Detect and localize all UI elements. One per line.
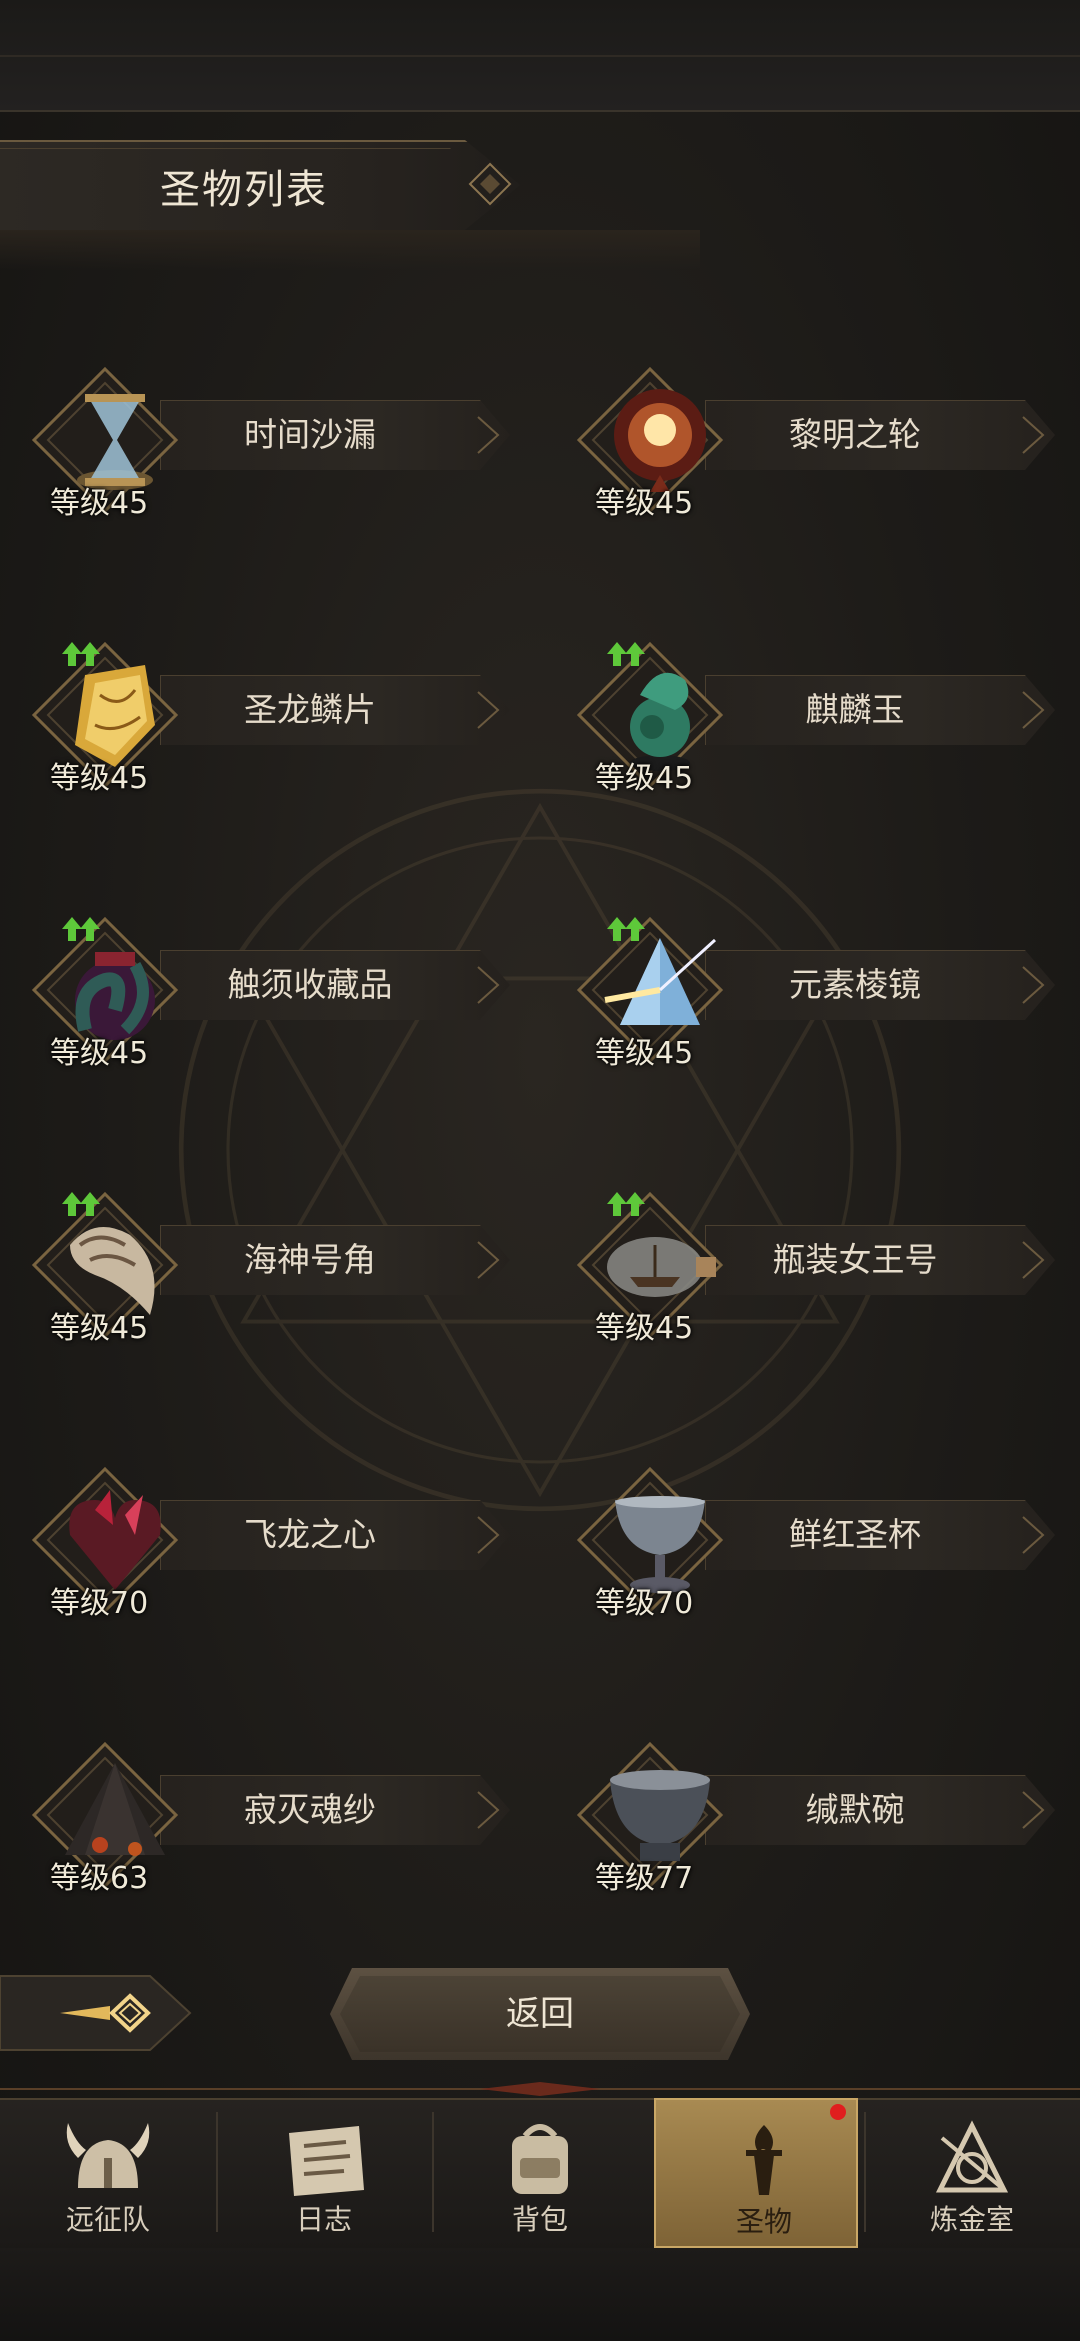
relic-card[interactable]: 黎明之轮等级45: [545, 345, 1055, 525]
back-button-label[interactable]: 返回: [340, 1976, 740, 2052]
relic-name: 海神号角: [244, 1240, 376, 1279]
tab-separator: [216, 2112, 218, 2232]
plate-chevron-ornament: [1022, 1516, 1045, 1554]
relic-card[interactable]: 缄默碗等级77: [545, 1720, 1055, 1900]
relic-name: 圣龙鳞片: [244, 690, 376, 729]
backpack-icon: [512, 2124, 568, 2194]
qilin-jade-icon: [630, 672, 690, 771]
header-diamond-ornament: [468, 162, 512, 206]
relic-card[interactable]: 触须收藏品等级45: [0, 895, 510, 1075]
plate-chevron-ornament: [1022, 691, 1045, 729]
relic-name: 元素棱镜: [789, 965, 921, 1004]
journal-icon: [289, 2126, 364, 2196]
relic-level: 等级45: [595, 486, 694, 521]
relic-name: 触须收藏品: [227, 965, 393, 1004]
prism-icon: [604, 938, 717, 1025]
relic-level: 等级45: [595, 761, 694, 796]
relic-name: 时间沙漏: [244, 415, 376, 454]
header-torn-edge: [0, 230, 700, 270]
bottom-ornament-band: [0, 2248, 1080, 2341]
tabbar-divider-ornament: [0, 2082, 1080, 2096]
relic-level: 等级63: [50, 1861, 149, 1896]
relic-card[interactable]: 鲜红圣杯等级70: [545, 1445, 1055, 1625]
relic-level: 等级77: [595, 1861, 694, 1896]
relic-name: 飞龙之心: [244, 1515, 376, 1554]
tab-label: 炼金室: [929, 2203, 1014, 2236]
tab-label: 圣物: [735, 2205, 792, 2238]
plate-chevron-ornament: [477, 416, 500, 454]
plate-chevron-ornament: [477, 1516, 500, 1554]
ship-bottle-icon: [607, 1237, 716, 1297]
relic-level: 等级45: [50, 761, 149, 796]
silent-bowl-icon: [610, 1770, 710, 1861]
upgrade-arrow-icon: [62, 642, 100, 666]
relic-card[interactable]: 海神号角等级45: [0, 1170, 510, 1350]
viking-helmet-icon: [66, 2123, 150, 2188]
tab-separator: [864, 2112, 866, 2232]
hourglass-icon: [77, 394, 153, 490]
plate-chevron-ornament: [1022, 1241, 1045, 1279]
relic-level: 等级45: [50, 486, 149, 521]
plate-chevron-ornament: [477, 1241, 500, 1279]
chalice-icon: [615, 1496, 705, 1593]
conch-horn-icon: [70, 1227, 155, 1315]
relic-level: 等级45: [595, 1311, 694, 1346]
plate-chevron-ornament: [477, 1791, 500, 1829]
upgrade-arrow-icon: [62, 917, 100, 941]
relic-name: 寂灭魂纱: [244, 1790, 376, 1829]
tab-separator: [432, 2112, 434, 2232]
tab-label: 日志: [295, 2203, 352, 2236]
notification-dot: [830, 2104, 846, 2120]
tab-2[interactable]: 背包: [432, 2098, 648, 2248]
relic-name: 瓶装女王号: [772, 1240, 938, 1279]
tab-0[interactable]: 远征队: [0, 2098, 216, 2248]
tab-label: 背包: [511, 2203, 568, 2236]
relic-card[interactable]: 时间沙漏等级45: [0, 345, 510, 525]
prev-arrow-button[interactable]: [0, 1968, 200, 2058]
plate-chevron-ornament: [1022, 416, 1045, 454]
top-ornament-band: [0, 0, 1080, 112]
dragon-heart-icon: [69, 1490, 161, 1590]
upgrade-arrow-icon: [62, 1192, 100, 1216]
relic-card[interactable]: 寂灭魂纱等级63: [0, 1720, 510, 1900]
tab-1[interactable]: 日志: [216, 2098, 432, 2248]
page-title: 圣物列表: [160, 167, 328, 213]
relic-level: 等级45: [50, 1036, 149, 1071]
soul-veil-icon: [65, 1763, 165, 1856]
dawn-wheel-icon: [614, 389, 706, 492]
dragon-scale-icon: [75, 665, 155, 767]
relic-level: 等级45: [595, 1036, 694, 1071]
relic-level: 等级70: [50, 1586, 149, 1621]
relic-name: 缄默碗: [805, 1790, 905, 1829]
background-sigil: [178, 788, 902, 1512]
tentacle-icon: [75, 952, 155, 1040]
plate-chevron-ornament: [1022, 966, 1045, 1004]
relic-level: 等级45: [50, 1311, 149, 1346]
alchemy-icon: [935, 2120, 1009, 2193]
upgrade-arrow-icon: [607, 642, 645, 666]
plate-chevron-ornament: [1022, 1791, 1045, 1829]
relic-card[interactable]: 麒麟玉等级45: [545, 620, 1055, 800]
relic-card[interactable]: 瓶装女王号等级45: [545, 1170, 1055, 1350]
tab-label: 远征队: [65, 2203, 150, 2236]
relic-name: 鲜红圣杯: [789, 1515, 921, 1554]
tab-3[interactable]: 圣物: [654, 2098, 858, 2248]
torch-relic-icon: [746, 2125, 782, 2195]
relic-name: 麒麟玉: [805, 690, 905, 729]
relic-card[interactable]: 元素棱镜等级45: [545, 895, 1055, 1075]
plate-chevron-ornament: [477, 966, 500, 1004]
relic-level: 等级70: [595, 1586, 694, 1621]
tab-4[interactable]: 炼金室: [864, 2098, 1080, 2248]
relic-card[interactable]: 圣龙鳞片等级45: [0, 620, 510, 800]
upgrade-arrow-icon: [607, 1192, 645, 1216]
relic-name: 黎明之轮: [789, 415, 921, 454]
relic-card[interactable]: 飞龙之心等级70: [0, 1445, 510, 1625]
plate-chevron-ornament: [477, 691, 500, 729]
upgrade-arrow-icon: [607, 917, 645, 941]
